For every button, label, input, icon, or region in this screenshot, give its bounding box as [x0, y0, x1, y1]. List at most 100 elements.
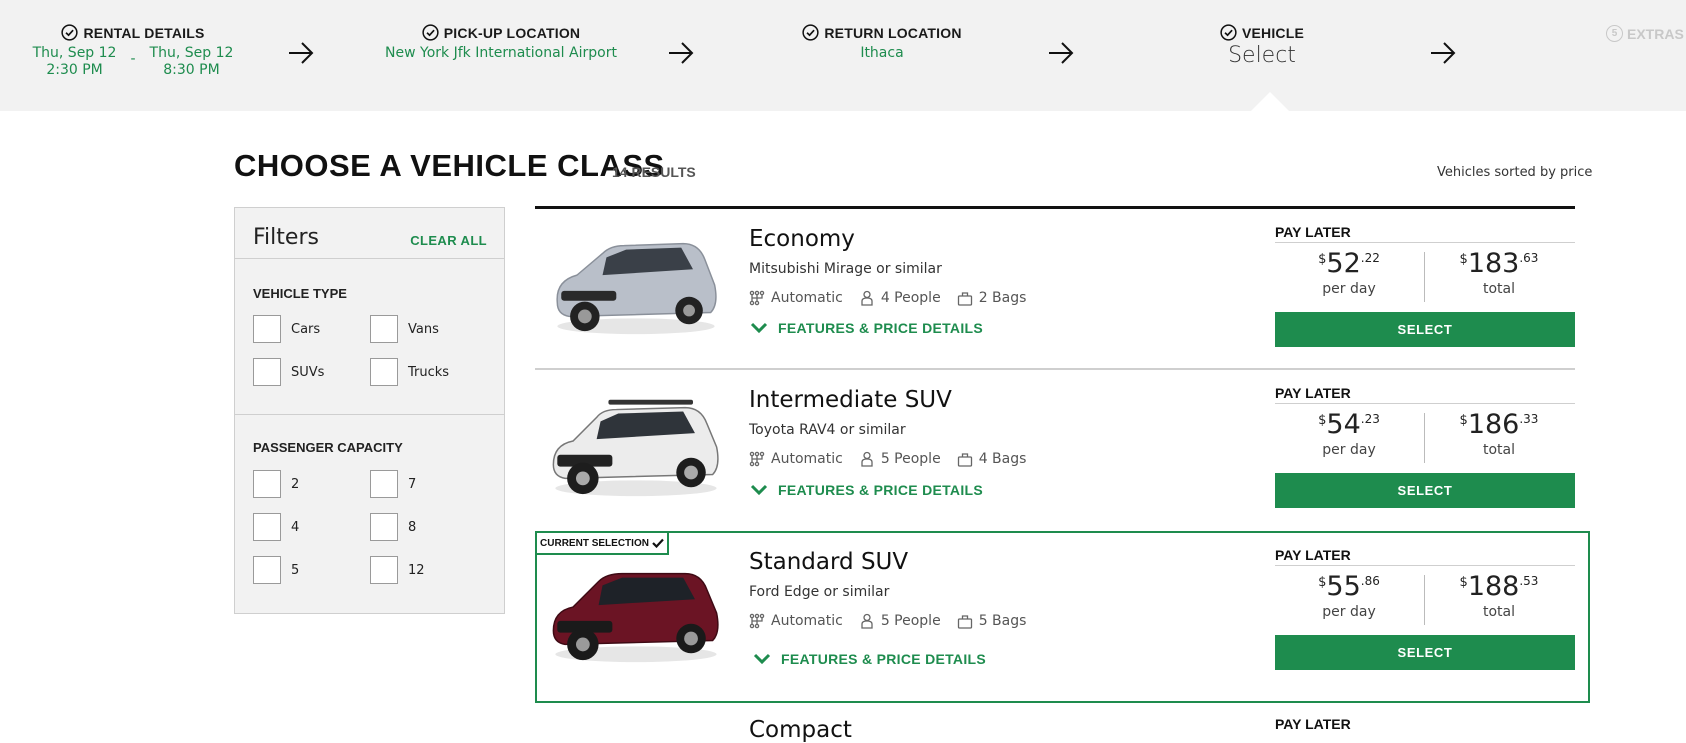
vehicle-step-value: Select [1228, 43, 1296, 68]
progress-bar: RENTAL DETAILS Thu, Sep 12 2:30 PM - Thu… [0, 0, 1686, 111]
checkbox[interactable] [370, 358, 398, 386]
price-per-day: $52.22 per day [1318, 248, 1380, 298]
features-details-toggle[interactable]: FEATURES & PRICE DETAILS [750, 482, 983, 498]
step-label: PICK-UP LOCATION [443, 24, 581, 41]
section-title: PASSENGER CAPACITY [253, 440, 403, 455]
checkbox[interactable] [253, 513, 281, 541]
checkbox[interactable] [253, 358, 281, 386]
passenger-capacity-section: PASSENGER CAPACITY 2 7 4 8 5 12 [235, 415, 504, 605]
pickup-time: 2:30 PM [46, 62, 103, 78]
list-top-rule [535, 206, 1575, 209]
arrow-right-icon [289, 42, 314, 64]
vehicle-model: Ford Edge or similar [749, 584, 890, 600]
filter-cars[interactable]: Cars [253, 315, 320, 343]
vehicle-specs: Automatic 4 People 2 Bags [749, 290, 1042, 306]
filters-title: Filters [253, 225, 319, 250]
vehicle-image [552, 572, 719, 663]
filter-capacity-12[interactable]: 12 [370, 556, 425, 584]
price-per-day: $54.23 per day [1318, 409, 1380, 459]
step-vehicle[interactable]: VEHICLE Select [1172, 24, 1352, 68]
vehicle-name: Economy [749, 226, 855, 252]
vehicle-name: Compact [749, 717, 852, 743]
checkbox[interactable] [253, 315, 281, 343]
arrow-right-icon [669, 42, 694, 64]
step-extras[interactable]: 5 EXTRAS [1606, 25, 1684, 42]
transmission-icon [749, 290, 765, 306]
pay-later-label: PAY LATER [1275, 547, 1575, 566]
vehicle-model: Toyota RAV4 or similar [749, 422, 906, 438]
vehicle-specs: Automatic 5 People 4 Bags [749, 451, 1042, 467]
check-circle-icon [422, 24, 439, 41]
pickup-date: Thu, Sep 12 [32, 45, 117, 61]
vehicle-name: Intermediate SUV [749, 387, 952, 413]
price-total: $186.33 total [1459, 409, 1539, 459]
filter-capacity-7[interactable]: 7 [370, 470, 416, 498]
checkbox[interactable] [370, 513, 398, 541]
check-circle-icon [1220, 24, 1237, 41]
price-total: $183.63 total [1459, 248, 1539, 298]
arrow-right-icon [1431, 42, 1456, 64]
select-button[interactable]: SELECT [1275, 635, 1575, 670]
vehicle-image [556, 242, 717, 335]
section-title: VEHICLE TYPE [253, 286, 347, 301]
checkbox[interactable] [253, 470, 281, 498]
bag-icon [957, 453, 972, 467]
select-button[interactable]: SELECT [1275, 312, 1575, 347]
check-circle-icon [802, 24, 819, 41]
person-icon [861, 451, 873, 467]
step-label: EXTRAS [1627, 25, 1684, 42]
transmission-icon [749, 613, 765, 629]
arrow-right-icon [1049, 42, 1074, 64]
checkbox[interactable] [370, 315, 398, 343]
pay-later-label: PAY LATER [1275, 385, 1575, 404]
row-divider [535, 368, 1575, 370]
page-title: CHOOSE A VEHICLE CLASS [234, 148, 665, 183]
checkmark-icon [652, 538, 664, 548]
active-step-caret [1251, 92, 1289, 111]
filter-trucks[interactable]: Trucks [370, 358, 449, 386]
transmission-icon [749, 451, 765, 467]
price-per-day: $55.86 per day [1318, 571, 1380, 621]
results-count: 14 RESULTS [612, 164, 696, 180]
clear-all-link[interactable]: CLEAR ALL [410, 233, 487, 248]
return-date: Thu, Sep 12 [149, 45, 234, 61]
vehicle-model: Mitsubishi Mirage or similar [749, 261, 942, 277]
select-button[interactable]: SELECT [1275, 473, 1575, 508]
price-total: $188.53 total [1459, 571, 1539, 621]
filter-capacity-2[interactable]: 2 [253, 470, 299, 498]
features-details-toggle[interactable]: FEATURES & PRICE DETAILS [750, 320, 983, 336]
filters-panel: Filters CLEAR ALL VEHICLE TYPE Cars Vans… [234, 207, 505, 614]
chevron-down-icon [750, 322, 768, 334]
step-label: VEHICLE [1241, 24, 1305, 41]
step-pickup-location[interactable]: PICK-UP LOCATION New York Jfk Internatio… [356, 24, 646, 62]
step-label: RETURN LOCATION [824, 24, 962, 41]
vehicle-specs: Automatic 5 People 5 Bags [749, 613, 1042, 629]
checkbox[interactable] [370, 470, 398, 498]
pickup-location-value: New York Jfk International Airport [385, 45, 617, 61]
step-label: RENTAL DETAILS [83, 24, 205, 41]
person-icon [861, 613, 873, 629]
person-icon [861, 290, 873, 306]
bag-icon [957, 615, 972, 629]
check-circle-icon [61, 24, 79, 41]
date-dash: - [130, 51, 136, 67]
bag-icon [957, 292, 972, 306]
vehicle-image [552, 399, 719, 497]
step-return-location[interactable]: RETURN LOCATION Ithaca [762, 24, 1002, 62]
chevron-down-icon [750, 484, 768, 496]
features-details-toggle[interactable]: FEATURES & PRICE DETAILS [753, 651, 986, 667]
pay-later-label: PAY LATER [1275, 224, 1575, 243]
pay-later-label: PAY LATER [1275, 716, 1351, 732]
return-location-value: Ithaca [860, 45, 904, 61]
filter-suvs[interactable]: SUVs [253, 358, 324, 386]
chevron-down-icon [753, 653, 771, 665]
filter-capacity-8[interactable]: 8 [370, 513, 416, 541]
filter-vans[interactable]: Vans [370, 315, 439, 343]
vehicle-name: Standard SUV [749, 549, 909, 575]
checkbox[interactable] [370, 556, 398, 584]
step-rental-details[interactable]: RENTAL DETAILS Thu, Sep 12 2:30 PM - Thu… [0, 24, 266, 79]
vehicle-type-section: VEHICLE TYPE Cars Vans SUVs Trucks [235, 259, 504, 415]
filter-capacity-5[interactable]: 5 [253, 556, 299, 584]
checkbox[interactable] [253, 556, 281, 584]
filter-capacity-4[interactable]: 4 [253, 513, 299, 541]
